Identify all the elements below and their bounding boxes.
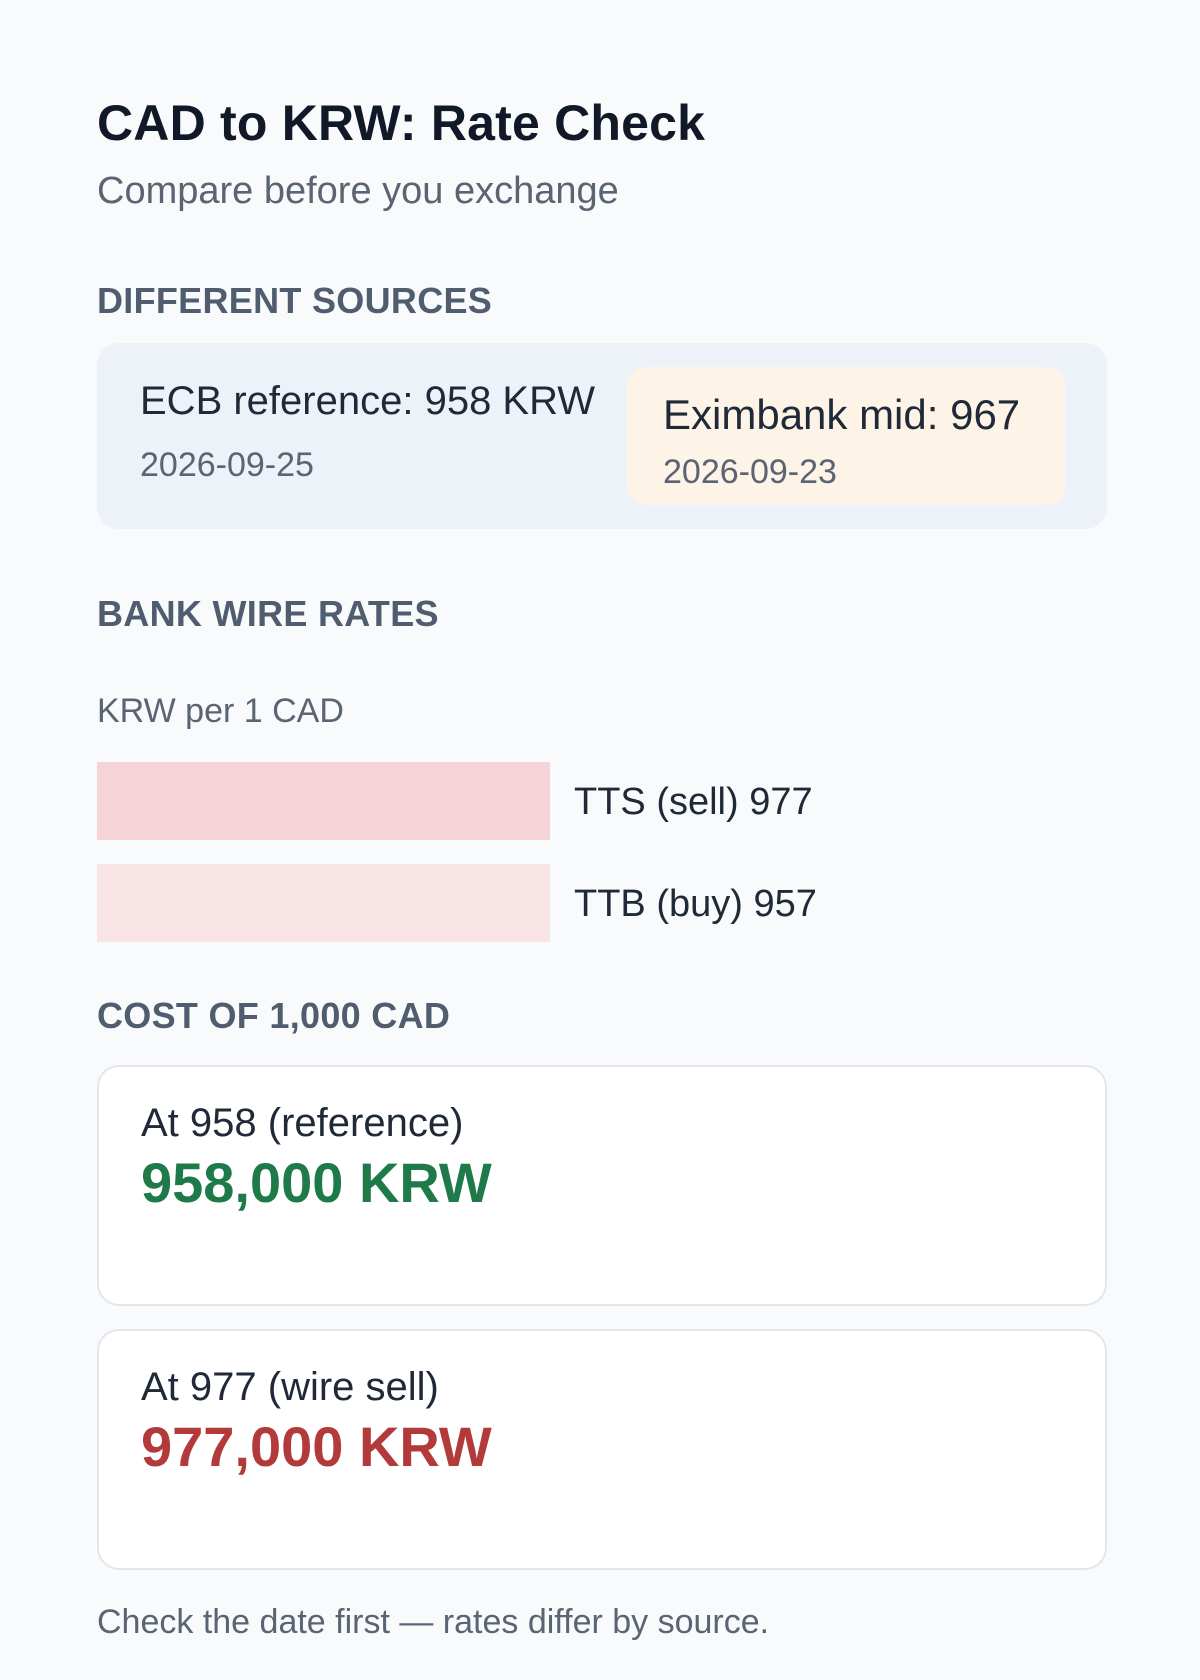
cost-reference-value: 958,000 KRW xyxy=(141,1151,492,1214)
cost-reference-label: At 958 (reference) xyxy=(141,1101,464,1145)
sources-heading: DIFFERENT SOURCES xyxy=(97,280,493,321)
wire-rates-heading: BANK WIRE RATES xyxy=(97,593,439,634)
bar-label-1: TTB (buy) 957 xyxy=(574,883,817,925)
ecb-rate-date: 2026-09-25 xyxy=(140,446,314,484)
ecb-source: ECB reference: 958 KRW 2026-09-25 xyxy=(140,379,595,485)
rate-check-page: CAD to KRW: Rate Check Compare before yo… xyxy=(0,0,1200,1680)
footer-note: Check the date first — rates differ by s… xyxy=(97,1603,770,1641)
page-title: CAD to KRW: Rate Check xyxy=(97,95,706,151)
cost-wire-sell-value: 977,000 KRW xyxy=(141,1415,492,1478)
cost-heading: COST OF 1,000 CAD xyxy=(97,995,451,1036)
cost-wire-sell-label: At 977 (wire sell) xyxy=(141,1365,439,1409)
chart-caption: KRW per 1 CAD xyxy=(97,692,344,730)
page-subtitle: Compare before you exchange xyxy=(97,170,619,212)
bar-0 xyxy=(97,762,550,840)
eximbank-source: Eximbank mid: 967 2026-09-23 xyxy=(627,367,1065,505)
cost-card-wire-sell: At 977 (wire sell) 977,000 KRW xyxy=(97,1329,1107,1570)
bar-1 xyxy=(97,864,550,942)
sources-card: ECB reference: 958 KRW 2026-09-25 Eximba… xyxy=(97,343,1107,529)
cost-card-reference: At 958 (reference) 958,000 KRW xyxy=(97,1065,1107,1306)
ecb-rate-label: ECB reference: 958 KRW xyxy=(140,379,596,423)
eximbank-rate-label: Eximbank mid: 967 xyxy=(663,391,1021,438)
eximbank-rate-date: 2026-09-23 xyxy=(663,453,837,491)
bar-label-0: TTS (sell) 977 xyxy=(574,781,813,823)
